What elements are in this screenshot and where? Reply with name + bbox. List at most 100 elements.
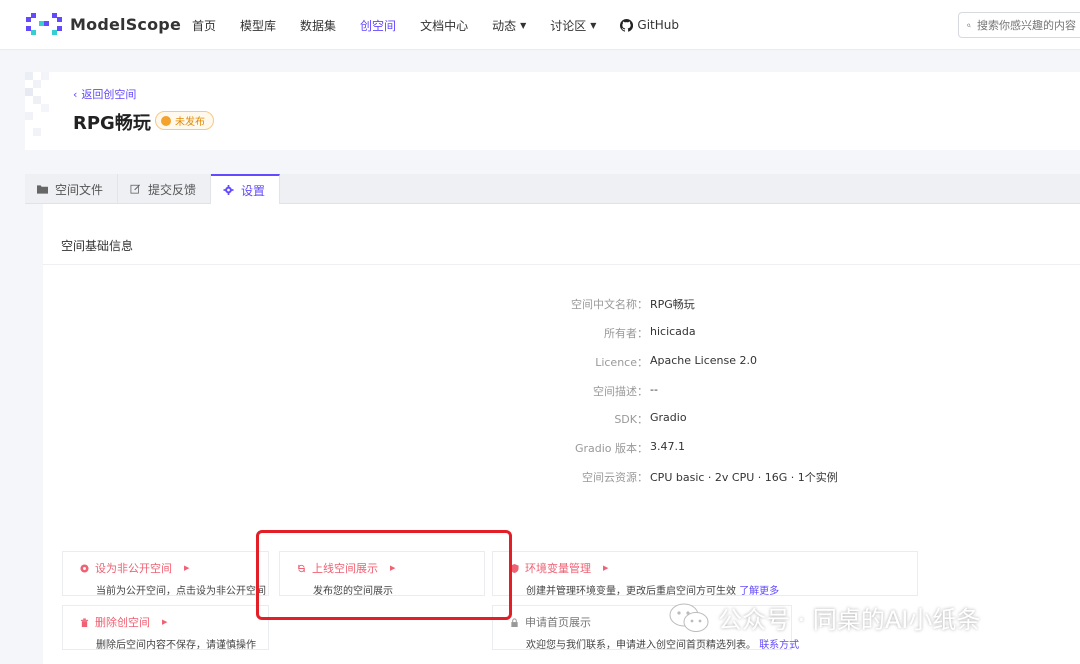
delete-card: 删除创空间 ▶ 删除后空间内容不保存，请谨慎操作 [62,605,269,651]
chevron-left-icon: ‹ [73,87,78,101]
page-title: RPG畅玩 [73,113,151,134]
info-value: RPG畅玩 [650,298,695,311]
info-value: 3.47.1 [650,440,685,453]
watermark: 公众号 · 同桌的AI小纸条 [668,600,980,635]
learn-more-link[interactable]: 了解更多 [739,586,779,597]
gear-icon [223,185,234,195]
info-row-gradio-version: Gradio 版本： 3.47.1 [43,440,1080,456]
brand-logo[interactable]: ModelScope [26,13,181,35]
env-vars-card: 环境变量管理 ▶ 创建并管理环境变量，更改后重启空间方可生效 了解更多 [492,551,918,597]
info-row-name: 空间中文名称： RPG畅玩 [43,296,1080,312]
space-tabs: 空间文件 提交反馈 设置 [25,174,1080,204]
action-title: 环境变量管理 [525,562,591,575]
caret-down-icon: ▼ [520,20,527,30]
nav-item-models[interactable]: 模型库 [240,17,276,34]
section-title: 空间基础信息 [61,239,134,253]
edit-icon [130,184,141,194]
action-desc: 创建并管理环境变量，更改后重启空间方可生效 了解更多 [526,582,917,597]
env-vars-button[interactable]: 环境变量管理 ▶ [510,560,917,576]
info-label: Gradio 版本： [574,442,648,455]
info-label: 空间云资源： [582,471,648,484]
nav-item-docs[interactable]: 文档中心 [420,17,468,34]
back-link-label: 返回创空间 [81,88,137,101]
divider [43,264,1080,265]
info-row-licence: Licence： Apache License 2.0 [43,354,1080,370]
eye-icon [80,563,89,573]
contact-link[interactable]: 联系方式 [759,640,799,651]
info-row-sdk: SDK： Gradio [43,411,1080,427]
tab-settings[interactable]: 设置 [211,174,281,204]
brand-name: ModelScope [70,14,182,34]
search-icon [967,23,971,27]
publish-card: 上线空间展示 ▶ 发布您的空间展示 [279,551,485,597]
lock-icon [511,617,518,627]
tab-feedback[interactable]: 提交反馈 [118,174,212,204]
info-row-owner: 所有者： hicicada [43,325,1080,341]
tab-label: 空间文件 [55,182,104,197]
top-navbar: ModelScope 首页 模型库 数据集 创空间 文档中心 动态 ▼ 讨论区 ▼ … [0,0,1080,50]
action-desc: 欢迎您与我们联系，申请进入创空间首页精选列表。 联系方式 [526,636,799,651]
info-label: 空间描述： [593,385,648,398]
wechat-icon [669,603,709,632]
action-title: 删除创空间 [95,616,150,629]
modelscope-logo-icon [26,13,62,35]
sync-icon [298,564,305,572]
status-badge: 未发布 [155,111,214,130]
nav-label: 创空间 [360,18,397,33]
nav-label: 文档中心 [420,18,469,33]
nav-label: 动态 [492,18,517,33]
caret-right-icon: ▶ [184,564,190,572]
trash-icon [80,617,89,627]
nav-item-github[interactable]: GitHub [620,18,679,32]
nav-label: 模型库 [240,18,277,33]
nav-item-studios[interactable]: 创空间 [360,17,396,34]
action-desc-text: 创建并管理环境变量，更改后重启空间方可生效 [526,586,736,597]
make-private-button[interactable]: 设为非公开空间 ▶ [80,560,268,576]
watermark-text: 公众号 · 同桌的AI小纸条 [718,606,981,634]
action-desc: 删除后空间内容不保存，请谨慎操作 [96,640,256,651]
nav-item-home[interactable]: 首页 [192,17,216,34]
nav-label: GitHub [637,18,680,32]
action-desc-text: 欢迎您与我们联系，申请进入创空间首页精选列表。 [526,640,756,651]
info-value: CPU basic · 2v CPU · 16G · 1个实例 [650,471,838,484]
status-badge-label: 未发布 [175,117,205,128]
info-value: Gradio [650,411,687,424]
info-row-description: 空间描述： -- [43,383,1080,399]
action-desc: 发布您的空间展示 [313,586,393,597]
shield-icon [510,563,519,573]
action-title: 设为非公开空间 [95,562,172,575]
caret-down-icon: ▼ [590,20,597,30]
info-value: -- [650,383,658,396]
action-title: 上线空间展示 [312,562,378,575]
tab-files[interactable]: 空间文件 [25,174,119,204]
nav-item-forum[interactable]: 讨论区 ▼ [550,17,596,34]
delete-space-button[interactable]: 删除创空间 ▶ [80,614,268,630]
main-nav: 首页 模型库 数据集 创空间 文档中心 动态 ▼ 讨论区 ▼ GitHub [192,0,703,50]
space-header: ‹ 返回创空间 RPG畅玩 未发布 [25,72,1080,150]
action-desc: 当前为公开空间，点击设为非公开空间 [96,586,266,597]
info-row-resources: 空间云资源： CPU basic · 2v CPU · 16G · 1个实例 [43,469,1080,485]
nav-label: 数据集 [300,18,337,33]
make-private-card: 设为非公开空间 ▶ 当前为公开空间，点击设为非公开空间 [62,551,269,597]
info-label: 空间中文名称： [571,298,648,311]
nav-label: 讨论区 [550,18,587,33]
publish-button[interactable]: 上线空间展示 ▶ [297,560,484,576]
github-icon [620,18,634,32]
caret-right-icon: ▶ [162,618,168,626]
folder-icon [37,185,48,194]
nav-item-datasets[interactable]: 数据集 [300,17,336,34]
back-to-studios-link[interactable]: ‹ 返回创空间 [73,86,136,102]
info-label: SDK： [614,413,648,426]
search-input[interactable] [977,18,1080,32]
info-value: Apache License 2.0 [650,354,757,367]
clock-icon [161,115,171,126]
caret-right-icon: ▶ [603,564,609,572]
tab-label: 提交反馈 [148,182,197,197]
action-title: 申请首页展示 [525,616,591,629]
info-label: 所有者： [604,327,648,340]
info-value: hicicada [650,325,696,338]
caret-right-icon: ▶ [390,564,396,572]
search-box[interactable] [958,12,1080,38]
nav-label: 首页 [192,18,217,33]
nav-item-feed[interactable]: 动态 ▼ [492,17,526,34]
